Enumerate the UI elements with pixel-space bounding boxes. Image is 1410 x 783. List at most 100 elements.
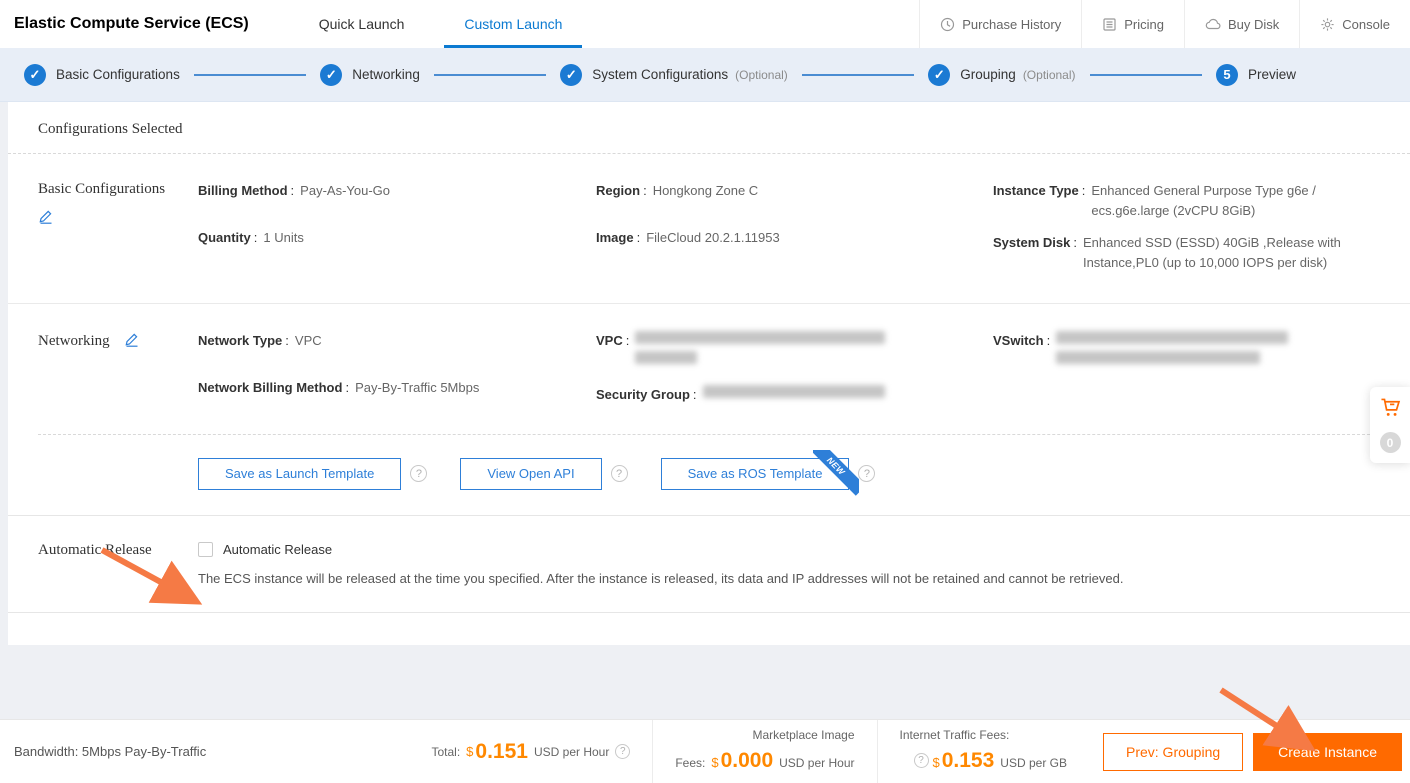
help-icon[interactable]: ? <box>615 744 630 759</box>
automatic-release-checkbox-label: Automatic Release <box>223 542 332 557</box>
save-launch-template-button[interactable]: Save as Launch Template <box>198 458 401 490</box>
marketplace-fee-group: Marketplace Image Fees: $ 0.000 USD per … <box>653 726 876 777</box>
marketplace-label-line2: Fees: <box>675 754 705 773</box>
step-number: 5 <box>1216 64 1238 86</box>
tab-quick-launch[interactable]: Quick Launch <box>289 0 435 48</box>
cart-count-badge: 0 <box>1380 432 1401 453</box>
check-icon: ✓ <box>928 64 950 86</box>
save-ros-template-button[interactable]: Save as ROS Template NEW <box>661 458 850 490</box>
marketplace-label-line1: Marketplace Image <box>675 726 854 745</box>
automatic-release-content: Automatic Release The ECS instance will … <box>198 542 1410 586</box>
networking-section: Networking Network Type: VPC Network Bil… <box>8 303 1410 434</box>
pricing-icon <box>1102 17 1117 32</box>
configurations-card: Configurations Selected Basic Configurat… <box>8 102 1410 645</box>
step-connector <box>434 74 546 76</box>
terms-section-label: Terms of Service <box>38 644 198 645</box>
terms-content: ✓ ECS Terms of Service and Product Terms… <box>198 644 1410 645</box>
step-connector <box>802 74 914 76</box>
clock-icon <box>940 17 955 32</box>
vswitch-value-redacted <box>1056 331 1374 371</box>
fee-area: Total: $ 0.151 USD per Hour ? Marketplac… <box>409 720 1410 783</box>
system-disk-field: System Disk: Enhanced SSD (ESSD) 40GiB ,… <box>993 233 1410 273</box>
total-fee-group: Total: $ 0.151 USD per Hour ? <box>409 740 652 764</box>
step-system-configurations[interactable]: ✓ System Configurations (Optional) <box>560 64 788 86</box>
step-grouping[interactable]: ✓ Grouping (Optional) <box>928 64 1075 86</box>
help-icon[interactable]: ? <box>611 465 628 482</box>
billing-method-field: Billing Method: Pay-As-You-Go <box>198 181 596 201</box>
networking-col-1: Network Type: VPC Network Billing Method… <box>198 331 596 432</box>
edit-networking-icon[interactable] <box>124 331 140 352</box>
footer-buttons: Prev: Grouping Create Instance <box>1089 733 1410 771</box>
internet-traffic-fee-group: Internet Traffic Fees: ? $ 0.153 USD per… <box>878 726 1089 777</box>
basic-col-3: Instance Type: Enhanced General Purpose … <box>993 181 1410 301</box>
total-unit: USD per Hour <box>534 745 609 759</box>
launch-tabs: Quick Launch Custom Launch <box>289 0 593 48</box>
basic-configurations-section: Basic Configurations Billing Method: Pay… <box>8 154 1410 303</box>
bandwidth-summary: Bandwidth: 5Mbps Pay-By-Traffic <box>0 744 206 759</box>
pricing-button[interactable]: Pricing <box>1081 0 1184 48</box>
view-open-api-button[interactable]: View Open API <box>460 458 601 490</box>
step-networking[interactable]: ✓ Networking <box>320 64 420 86</box>
marketplace-value: 0.000 <box>721 745 774 778</box>
cart-icon <box>1379 398 1402 423</box>
step-connector <box>194 74 306 76</box>
template-actions: Save as Launch Template ? View Open API … <box>8 435 1410 515</box>
header-utilities: Purchase History Pricing Buy Disk Consol… <box>919 0 1410 48</box>
page-title: Elastic Compute Service (ECS) <box>0 0 289 48</box>
network-billing-method-field: Network Billing Method: Pay-By-Traffic 5… <box>198 378 596 398</box>
total-label: Total: <box>431 745 460 759</box>
security-group-field: Security Group: <box>596 385 993 405</box>
step-basic-configurations[interactable]: ✓ Basic Configurations <box>24 64 180 86</box>
basic-col-1: Billing Method: Pay-As-You-Go Quantity: … <box>198 181 596 301</box>
console-label: Console <box>1342 17 1390 32</box>
vpc-field: VPC: <box>596 331 993 371</box>
prev-grouping-button[interactable]: Prev: Grouping <box>1103 733 1243 771</box>
basic-section-label-wrap: Basic Configurations <box>38 181 198 301</box>
internet-traffic-label: Internet Traffic Fees: <box>900 726 1067 745</box>
networking-col-3: VSwitch: <box>993 331 1410 432</box>
terms-of-service-section: Terms of Service ✓ ECS Terms of Service … <box>8 612 1410 645</box>
region-field: Region: Hongkong Zone C <box>596 181 993 201</box>
step-wizard: ✓ Basic Configurations ✓ Networking ✓ Sy… <box>0 48 1410 102</box>
step-connector <box>1090 74 1202 76</box>
top-header: Elastic Compute Service (ECS) Quick Laun… <box>0 0 1410 48</box>
help-icon[interactable]: ? <box>914 753 929 768</box>
gear-icon <box>1320 17 1335 32</box>
automatic-release-description: The ECS instance will be released at the… <box>198 571 1410 586</box>
automatic-release-section: Automatic Release Automatic Release The … <box>8 515 1410 612</box>
networking-col-2: VPC: Security Group: <box>596 331 993 432</box>
help-icon[interactable]: ? <box>858 465 875 482</box>
buy-disk-label: Buy Disk <box>1228 17 1279 32</box>
edit-basic-icon[interactable] <box>38 208 54 229</box>
internet-traffic-value: 0.153 <box>942 745 995 778</box>
check-icon: ✓ <box>24 64 46 86</box>
vpc-value-redacted <box>635 331 957 371</box>
internet-traffic-currency: $ <box>933 753 940 773</box>
pricing-label: Pricing <box>1124 17 1164 32</box>
image-field: Image: FileCloud 20.2.1.11953 <box>596 228 993 248</box>
networking-section-label: Networking <box>38 333 110 350</box>
marketplace-currency: $ <box>711 753 718 773</box>
cloud-icon <box>1205 17 1221 32</box>
step-preview[interactable]: 5 Preview <box>1216 64 1296 86</box>
check-icon: ✓ <box>320 64 342 86</box>
cart-flyout[interactable]: 0 <box>1370 387 1410 463</box>
create-instance-button[interactable]: Create Instance <box>1253 733 1402 771</box>
network-type-field: Network Type: VPC <box>198 331 596 351</box>
check-icon: ✓ <box>560 64 582 86</box>
quantity-field: Quantity: 1 Units <box>198 228 596 248</box>
basic-section-label: Basic Configurations <box>38 181 198 198</box>
console-button[interactable]: Console <box>1299 0 1410 48</box>
networking-section-label-wrap: Networking <box>38 331 198 432</box>
automatic-release-checkbox[interactable] <box>198 542 213 557</box>
purchase-history-button[interactable]: Purchase History <box>919 0 1081 48</box>
security-group-value-redacted <box>703 385 957 405</box>
tab-custom-launch[interactable]: Custom Launch <box>434 0 592 48</box>
automatic-release-section-label: Automatic Release <box>38 542 198 586</box>
total-currency: $ <box>466 744 473 759</box>
footer-bar: Bandwidth: 5Mbps Pay-By-Traffic Total: $… <box>0 719 1410 783</box>
vswitch-field: VSwitch: <box>993 331 1410 371</box>
buy-disk-button[interactable]: Buy Disk <box>1184 0 1299 48</box>
help-icon[interactable]: ? <box>410 465 427 482</box>
basic-col-2: Region: Hongkong Zone C Image: FileCloud… <box>596 181 993 301</box>
